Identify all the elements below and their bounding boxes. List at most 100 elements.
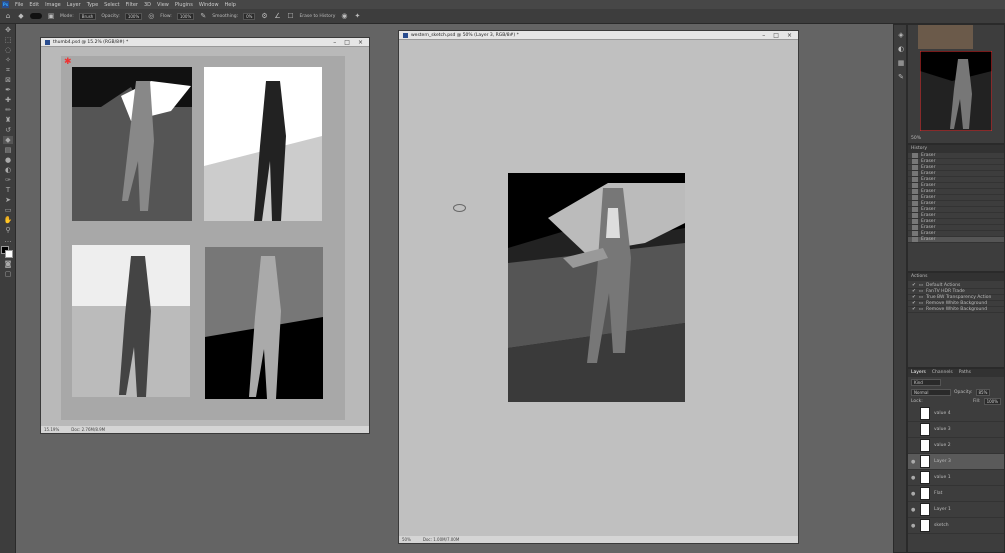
layer-name[interactable]: value 3	[934, 427, 951, 432]
menu-filter[interactable]: Filter	[126, 2, 138, 8]
main-canvas-artwork[interactable]	[508, 173, 685, 402]
menu-select[interactable]: Select	[104, 2, 119, 8]
menu-view[interactable]: View	[157, 2, 169, 8]
menu-type[interactable]: Type	[87, 2, 98, 8]
menu-plugins[interactable]: Plugins	[175, 2, 193, 8]
history-item[interactable]: Eraser	[908, 237, 1004, 243]
layer-name[interactable]: Flat	[934, 491, 942, 496]
layer-row[interactable]: ● value 1	[908, 470, 1004, 486]
menu-help[interactable]: Help	[225, 2, 236, 8]
action-set-item[interactable]: ✔ ▭ Remove White Background	[908, 307, 1004, 313]
tab-layers[interactable]: Layers	[911, 369, 926, 377]
eraser-tool-icon[interactable]: ◆	[17, 12, 25, 20]
menu-3d[interactable]: 3D	[144, 2, 151, 8]
brush-preset-picker[interactable]	[30, 13, 42, 19]
eyedropper-tool-icon[interactable]: ✒	[3, 86, 13, 94]
path-select-tool-icon[interactable]: ➤	[3, 196, 13, 204]
erase-history-checkbox[interactable]: ☐	[286, 12, 294, 20]
minimize-icon[interactable]: –	[333, 39, 336, 46]
visibility-eye-icon[interactable]: ●	[911, 475, 916, 481]
flow-field[interactable]: 100%	[176, 12, 195, 20]
canvas-area[interactable]: ✱	[61, 56, 345, 420]
gear-icon[interactable]: ⚙	[260, 12, 268, 20]
document-tab-western-sketch[interactable]: western_sketch.psd @ 50% (Layer 3, RGB/8…	[399, 31, 798, 40]
layer-name[interactable]: Layer 1	[934, 507, 951, 512]
document-tab-thumb4[interactable]: thumb4.psd @ 15.2% (RGB/8#) * – □ ×	[41, 38, 369, 47]
minimize-icon[interactable]: –	[762, 32, 765, 39]
pressure-opacity-icon[interactable]: ◎	[147, 12, 155, 20]
frame-tool-icon[interactable]: ⊠	[3, 76, 13, 84]
document-window-western-sketch[interactable]: western_sketch.psd @ 50% (Layer 3, RGB/8…	[398, 30, 799, 544]
document-window-thumbnails[interactable]: thumb4.psd @ 15.2% (RGB/8#) * – □ × ✱ 15.1…	[40, 37, 370, 434]
layer-row[interactable]: ● sketch	[908, 518, 1004, 534]
layer-row[interactable]: ● Flat	[908, 486, 1004, 502]
pen-tool-icon[interactable]: ✑	[3, 176, 13, 184]
healing-tool-icon[interactable]: ✚	[3, 96, 13, 104]
check-icon[interactable]: ✔	[912, 307, 916, 312]
zoom-level[interactable]: 50%	[402, 537, 411, 542]
brush-tool-icon[interactable]: ✏	[3, 106, 13, 114]
layer-row[interactable]: value 2	[908, 438, 1004, 454]
color-swatches[interactable]	[1, 246, 15, 258]
menu-window[interactable]: Window	[199, 2, 219, 8]
check-icon[interactable]: ✔	[912, 301, 916, 306]
layer-name[interactable]: value 2	[934, 443, 951, 448]
home-icon[interactable]: ⌂	[4, 12, 12, 20]
layer-name[interactable]: sketch	[934, 523, 949, 528]
check-icon[interactable]: ✔	[912, 295, 916, 300]
marquee-tool-icon[interactable]: ⬚	[3, 36, 13, 44]
screen-mode-icon[interactable]: ▢	[3, 270, 13, 278]
lasso-tool-icon[interactable]: ◌	[3, 46, 13, 54]
quick-mask-icon[interactable]: ◙	[3, 260, 13, 268]
layer-row[interactable]: ● Layer 3	[908, 454, 1004, 470]
angle-icon[interactable]: ∠	[273, 12, 281, 20]
visibility-eye-icon[interactable]: ●	[911, 491, 916, 497]
navigator-zoom[interactable]: 50%	[911, 136, 921, 141]
layer-name[interactable]: value 4	[934, 411, 951, 416]
brushes-panel-icon[interactable]: ✎	[897, 73, 905, 81]
layer-filter-select[interactable]: Kind	[911, 379, 941, 386]
zoom-level[interactable]: 15.19%	[44, 427, 59, 432]
opacity-field[interactable]: 100%	[124, 12, 143, 20]
blur-tool-icon[interactable]: ●	[3, 156, 13, 164]
layer-fill-field[interactable]: 100%	[983, 398, 1001, 405]
gradient-tool-icon[interactable]: ▤	[3, 146, 13, 154]
close-icon[interactable]: ×	[358, 39, 363, 46]
actions-panel-title[interactable]: Actions	[908, 273, 1004, 281]
symmetry-icon[interactable]: ✦	[353, 12, 361, 20]
menu-file[interactable]: File	[15, 2, 23, 8]
magic-wand-tool-icon[interactable]: ✧	[3, 56, 13, 64]
properties-panel-icon[interactable]: ◈	[897, 31, 905, 39]
more-tools-icon[interactable]: …	[3, 236, 13, 244]
type-tool-icon[interactable]: T	[3, 186, 13, 194]
blend-mode-select[interactable]: Normal	[911, 389, 951, 396]
eraser-tool-icon-active[interactable]: ◆	[3, 136, 13, 144]
menu-layer[interactable]: Layer	[67, 2, 81, 8]
libraries-panel-icon[interactable]: ▦	[897, 59, 905, 67]
maximize-icon[interactable]: □	[773, 32, 779, 39]
check-icon[interactable]: ✔	[912, 283, 916, 288]
history-panel-title[interactable]: History	[908, 145, 1004, 153]
layer-opacity-field[interactable]: 85%	[975, 389, 991, 396]
layer-row[interactable]: value 4	[908, 406, 1004, 422]
mode-select[interactable]: Brush	[78, 12, 97, 20]
tab-paths[interactable]: Paths	[959, 369, 971, 377]
layer-name[interactable]: Layer 3	[934, 459, 951, 464]
stamp-tool-icon[interactable]: ♜	[3, 116, 13, 124]
dodge-tool-icon[interactable]: ◐	[3, 166, 13, 174]
zoom-tool-icon[interactable]: ⚲	[3, 226, 13, 234]
maximize-icon[interactable]: □	[344, 39, 350, 46]
crop-tool-icon[interactable]: ⌗	[3, 66, 13, 74]
brush-settings-icon[interactable]: ▣	[47, 12, 55, 20]
pressure-size-icon[interactable]: ◉	[340, 12, 348, 20]
smoothing-field[interactable]: 0%	[243, 12, 256, 20]
menu-image[interactable]: Image	[45, 2, 61, 8]
layer-name[interactable]: value 1	[934, 475, 951, 480]
visibility-eye-icon[interactable]: ●	[911, 459, 916, 465]
menu-edit[interactable]: Edit	[29, 2, 39, 8]
adjustments-panel-icon[interactable]: ◐	[897, 45, 905, 53]
history-brush-tool-icon[interactable]: ↺	[3, 126, 13, 134]
navigator-preview[interactable]	[920, 51, 992, 131]
layer-row[interactable]: value 3	[908, 422, 1004, 438]
visibility-eye-icon[interactable]: ●	[911, 507, 916, 513]
